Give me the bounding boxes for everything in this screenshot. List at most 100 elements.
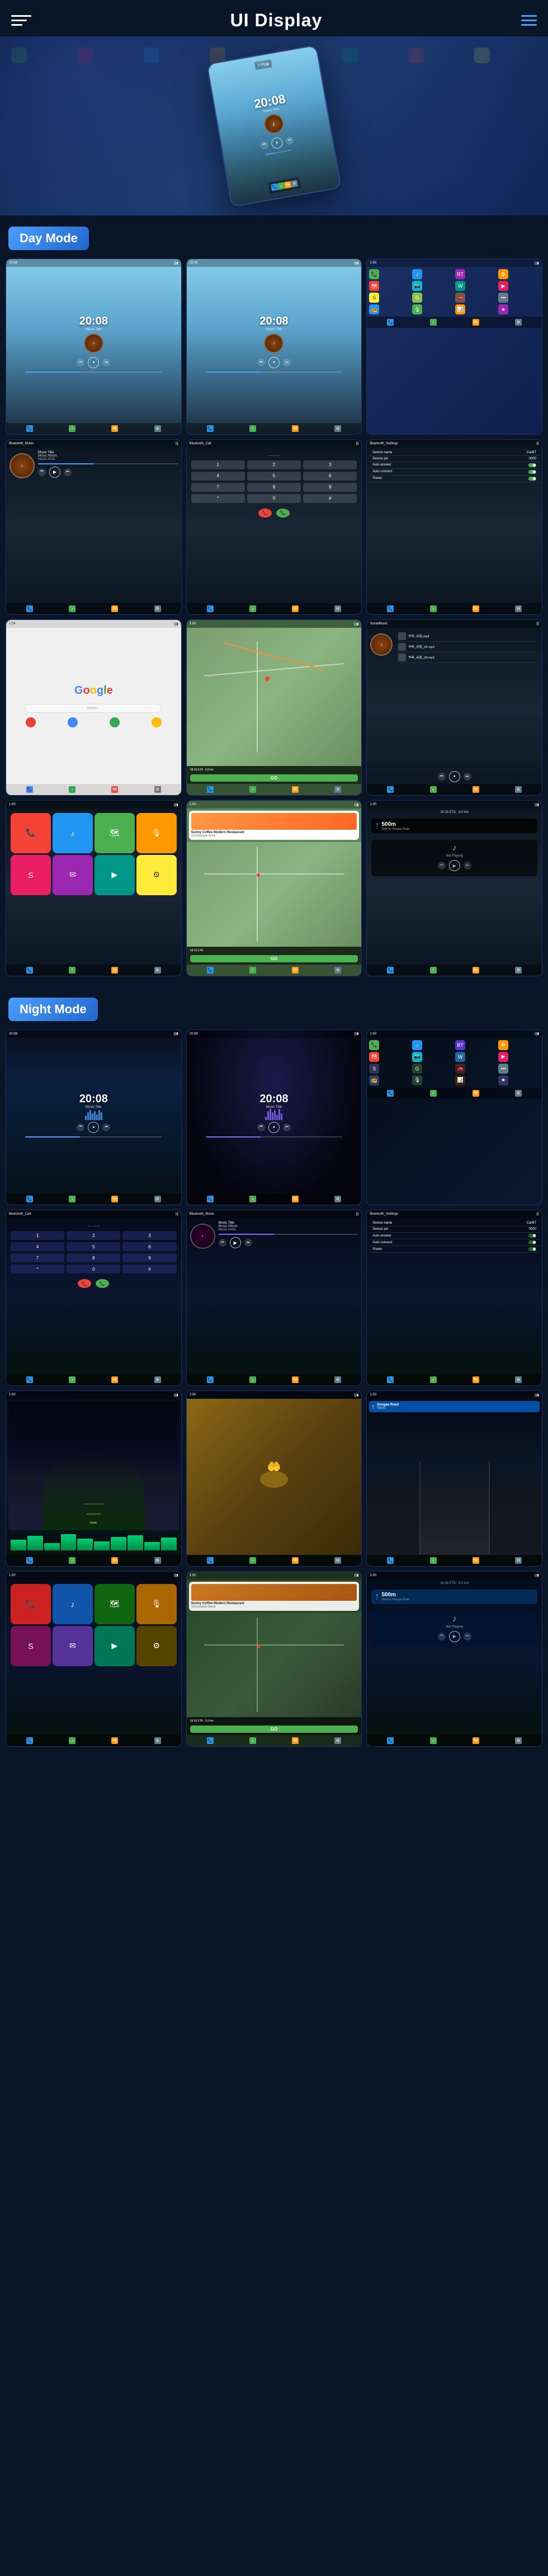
eq-music[interactable]: ♪ [69, 1557, 75, 1564]
food-phone[interactable]: 📞 [207, 1557, 214, 1564]
ncp-nav[interactable]: 🗺 [95, 1584, 135, 1624]
nnav-map[interactable]: 🗺 [292, 1737, 299, 1744]
bts-settings[interactable]: ⚙ [515, 605, 522, 612]
cp-bottom-settings[interactable]: ⚙ [154, 967, 161, 974]
nnav-go[interactable]: GO [190, 1726, 358, 1733]
nbm-phone[interactable]: 📞 [207, 1376, 214, 1383]
nbm-map[interactable]: 🗺 [292, 1376, 299, 1383]
nbs-music[interactable]: ♪ [430, 1376, 437, 1383]
np-music[interactable]: ♪ [430, 967, 437, 974]
bt-next[interactable]: ⏭ [64, 468, 72, 476]
social-item-2[interactable]: 华年_问花_02.mp3 [398, 642, 536, 652]
dial-1[interactable]: 1 [191, 460, 245, 469]
nm-map-1[interactable]: 🗺 [111, 1196, 118, 1202]
app-dash[interactable]: 📊 [455, 304, 465, 314]
ndial-9[interactable]: 9 [122, 1253, 176, 1262]
hero-settings-icon[interactable]: ⚙ [291, 180, 299, 187]
nnp-settings[interactable]: ⚙ [515, 1737, 522, 1744]
btm-settings[interactable]: ⚙ [154, 605, 161, 612]
app-settings[interactable]: ⚙ [498, 269, 508, 279]
nbs-phone[interactable]: 📞 [387, 1376, 394, 1383]
ncp-b-settings[interactable]: ⚙ [154, 1737, 161, 1744]
na-phone[interactable]: 📞 [369, 1040, 379, 1050]
apps-phone[interactable]: 📞 [387, 319, 394, 326]
dial-3[interactable]: 3 [303, 460, 357, 469]
nm-map-2[interactable]: 🗺 [292, 1196, 299, 1202]
dial-star[interactable]: * [191, 494, 245, 503]
na-more[interactable]: ••• [498, 1064, 508, 1074]
g-shortcut-3[interactable] [110, 717, 120, 727]
nnp-prev[interactable]: ⏮ [438, 1633, 446, 1640]
cp-bottom-map[interactable]: 🗺 [111, 967, 118, 974]
nm-play-2[interactable]: ⏸ [268, 1122, 280, 1133]
btc-phone[interactable]: 📞 [207, 605, 214, 612]
ndial-1[interactable]: 1 [11, 1231, 64, 1240]
ndial-5[interactable]: 5 [67, 1242, 120, 1251]
g-shortcut-2[interactable] [68, 717, 78, 727]
nav2-go[interactable]: GO [190, 955, 358, 962]
nnp-phone[interactable]: 📞 [387, 1737, 394, 1744]
nav2-music[interactable]: ♪ [249, 967, 256, 974]
nm-music-2[interactable]: ♪ [249, 1196, 256, 1202]
toggle-power[interactable] [528, 477, 536, 481]
btm-music[interactable]: ♪ [69, 605, 75, 612]
nav2-map[interactable]: 🗺 [292, 967, 299, 974]
bt-prev[interactable]: ⏮ [38, 468, 46, 476]
nbm-prev[interactable]: ⏮ [219, 1239, 226, 1247]
btc-settings[interactable]: ⚙ [334, 605, 341, 612]
app-camera[interactable]: 📷 [412, 281, 422, 291]
apps-music[interactable]: ♪ [430, 319, 437, 326]
sm-icon-phone-1[interactable]: 📞 [26, 425, 33, 432]
app-radio[interactable]: 📻 [369, 304, 379, 314]
sm-icon-map-2[interactable]: 🗺 [292, 425, 299, 432]
app-waze[interactable]: W [455, 281, 465, 291]
nm-settings-2[interactable]: ⚙ [334, 1196, 341, 1202]
ncall-end[interactable]: 📞 [78, 1279, 91, 1288]
na-waze[interactable]: W [455, 1052, 465, 1062]
nm-prev-1[interactable]: ⏮ [77, 1124, 84, 1131]
na-b-settings[interactable]: ⚙ [515, 1090, 522, 1097]
ncall-start[interactable]: 📞 [96, 1279, 109, 1288]
btm-phone[interactable]: 📞 [26, 605, 33, 612]
bts-phone[interactable]: 📞 [387, 605, 394, 612]
app-nav[interactable]: 🗺 [369, 281, 379, 291]
app-podcast[interactable]: 🎙 [412, 304, 422, 314]
na-carplay[interactable]: 🚗 [455, 1064, 465, 1074]
nav-go-btn[interactable]: GO [190, 774, 358, 782]
cp-message[interactable]: ✉ [53, 855, 93, 895]
nm-settings-1[interactable]: ⚙ [154, 1196, 161, 1202]
ndial-7[interactable]: 7 [11, 1253, 64, 1262]
sm-icon-map-1[interactable]: 🗺 [111, 425, 118, 432]
nm-play-1[interactable]: ⏸ [88, 1122, 99, 1133]
na-music[interactable]: ♪ [412, 1040, 422, 1050]
app-spotify[interactable]: S [369, 293, 379, 303]
social-item-3[interactable]: 华年_问花_03.mp3 [398, 652, 536, 663]
eq-settings[interactable]: ⚙ [154, 1557, 161, 1564]
ndial-0[interactable]: 0 [67, 1265, 120, 1273]
hero-play[interactable]: ⏸ [271, 136, 284, 149]
apps-settings[interactable]: ⚙ [515, 319, 522, 326]
na-camera[interactable]: 📷 [412, 1052, 422, 1062]
ncp-b-phone[interactable]: 📞 [26, 1737, 33, 1744]
nm-phone-2[interactable]: 📞 [207, 1196, 214, 1202]
np-next[interactable]: ⏭ [464, 862, 471, 869]
ndial-hash[interactable]: # [122, 1265, 176, 1273]
np-settings[interactable]: ⚙ [515, 967, 522, 974]
ncp-spotify[interactable]: S [11, 1626, 51, 1666]
drive-phone[interactable]: 📞 [387, 1557, 394, 1564]
ncp-message[interactable]: ✉ [53, 1626, 93, 1666]
sm-icon-phone-2[interactable]: 📞 [207, 425, 214, 432]
nnp-music[interactable]: ♪ [430, 1737, 437, 1744]
dial-9[interactable]: 9 [303, 483, 357, 492]
nnav-settings[interactable]: ⚙ [334, 1737, 341, 1744]
ncp-music[interactable]: ♪ [53, 1584, 93, 1624]
nbs-settings[interactable]: ⚙ [515, 1376, 522, 1383]
nav-map[interactable]: 🗺 [292, 786, 299, 793]
social-item-1[interactable]: 华年_问花.mp3 [398, 631, 536, 642]
nnp-next[interactable]: ⏭ [464, 1633, 471, 1640]
ncp-podcast[interactable]: 🎙 [136, 1584, 177, 1624]
nbs-map[interactable]: 🗺 [473, 1376, 479, 1383]
nnav-music[interactable]: ♪ [249, 1737, 256, 1744]
na-extra[interactable]: ★ [498, 1075, 508, 1085]
eq-phone[interactable]: 📞 [26, 1557, 33, 1564]
